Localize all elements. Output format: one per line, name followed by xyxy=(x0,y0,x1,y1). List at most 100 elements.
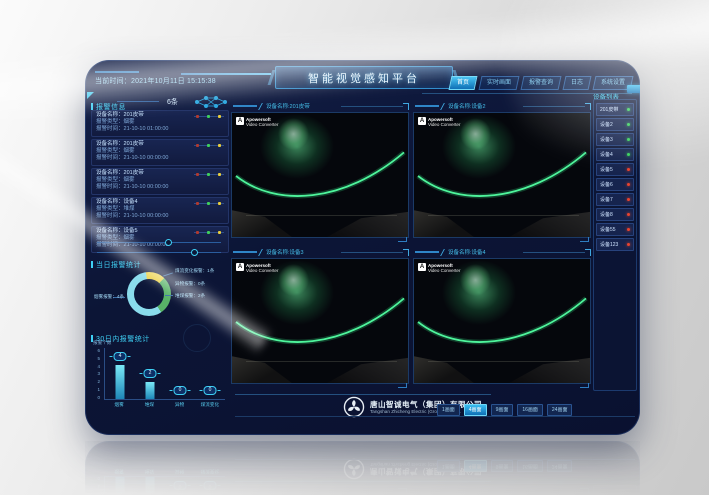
video-panel[interactable]: 设备名称:设备4 xyxy=(413,246,591,388)
pie-label-coalpile: 堆煤报警：2条 xyxy=(175,293,229,299)
video-watermark: A Apowersoft Video Converter xyxy=(418,117,460,127)
device-status-dot xyxy=(627,228,630,231)
device-list-item[interactable]: 设备123 xyxy=(596,238,634,251)
dashboard-panel: 当前时间：2021年10月11日 15:15:38 智能视觉感知平台 首页 实时… xyxy=(85,60,640,435)
header-endcap-icon xyxy=(403,103,409,110)
video-watermark: A Apowersoft Video Converter xyxy=(418,263,460,273)
bar-category-label: 异物 xyxy=(165,402,195,412)
device-list-item[interactable]: 设备6 xyxy=(596,178,634,191)
bar-ytick: 2 xyxy=(91,379,100,384)
video-feed[interactable]: A Apowersoft Video Converter xyxy=(413,258,591,384)
header-deco-line xyxy=(523,252,585,253)
slider-knob xyxy=(165,239,172,246)
pie-label-foreign: 异物报警：0条 xyxy=(175,281,229,287)
screen-mode-button[interactable]: 16画面 xyxy=(517,404,543,416)
video-panel-header: 设备名称:设备4 xyxy=(413,246,591,258)
video-feed[interactable]: A Apowersoft Video Converter xyxy=(231,258,409,384)
panel-corner-bracket-icon xyxy=(398,383,407,388)
alarm-level-dots-icon xyxy=(194,144,224,147)
screen-mode-button[interactable]: 9画面 xyxy=(491,404,514,416)
screen-mode-button[interactable]: 1画面 xyxy=(437,404,460,416)
conveyor-rail xyxy=(428,361,579,362)
video-device-name: 设备名称:设备3 xyxy=(266,248,304,256)
footer-deco-line xyxy=(235,416,635,417)
alarm-list-item[interactable]: 设备名称：201皮带 报警类型：烟雾 报警时间：21-10-10 00:00:0… xyxy=(91,168,229,195)
nav-button[interactable]: 实时画面 xyxy=(478,76,519,90)
video-watermark: A Apowersoft Video Converter xyxy=(236,263,278,273)
video-feed[interactable]: A Apowersoft Video Converter xyxy=(413,112,591,238)
topology-icon xyxy=(193,94,229,110)
bar-category-label: 堆煤 xyxy=(134,402,164,412)
screen-mode-button[interactable]: 24画面 xyxy=(547,404,573,416)
bar-ytick: 3 xyxy=(91,371,100,376)
video-panel[interactable]: 设备名称:201皮带 xyxy=(231,100,409,242)
alarm-list-item[interactable]: 设备名称：设备4 报警类型：堆煤 报警时间：21-10-10 00:00:00 xyxy=(91,197,229,224)
divider xyxy=(117,101,159,102)
alarm-time: 报警时间：21-10-10 00:00:00 xyxy=(96,184,224,191)
bar: 0 xyxy=(195,348,225,399)
alarm-list-item[interactable]: 设备名称：201皮带 报警类型：烟雾 报警时间：21-10-10 00:00:0… xyxy=(91,139,229,166)
pie-label-coalflow: 煤流变化报警：1条 xyxy=(175,268,229,274)
device-list-item[interactable]: 设备7 xyxy=(596,193,634,206)
device-status-dot xyxy=(627,123,630,126)
device-list-item[interactable]: 201皮带 xyxy=(596,103,634,116)
bar: 4 xyxy=(105,348,135,399)
video-feed[interactable]: A Apowersoft Video Converter xyxy=(231,112,409,238)
alarm-level-dots-icon xyxy=(194,231,224,234)
device-list-item[interactable]: 设备3 xyxy=(596,133,634,146)
header-endcap-icon xyxy=(585,103,591,110)
bar-ytick: 1 xyxy=(91,387,100,392)
alarm-list-item[interactable]: 设备名称：设备5 报警类型：烟雾 报警时间：21-10-10 00:00:00 xyxy=(91,226,229,253)
donut-hole xyxy=(134,279,164,309)
device-list-item[interactable]: 设备55 xyxy=(596,223,634,236)
device-list-item[interactable]: 设备8 xyxy=(596,208,634,221)
bar: 0 xyxy=(165,348,195,399)
bar-ytick: 4 xyxy=(91,364,100,369)
nav-button[interactable]: 报警查询 xyxy=(520,76,561,90)
callout-line xyxy=(165,295,173,296)
timeline-slider xyxy=(97,242,221,243)
header-deco-line xyxy=(341,252,403,253)
bar-value-label: 0 xyxy=(174,386,187,395)
device-list-item[interactable]: 设备4 xyxy=(596,148,634,161)
alarm-level-dots-icon xyxy=(194,115,224,118)
apowersoft-icon: A xyxy=(418,263,426,271)
conveyor-rail xyxy=(246,361,397,362)
header-deco-slash xyxy=(258,249,263,256)
device-list-tab[interactable] xyxy=(627,85,640,93)
page-title: 智能视觉感知平台 xyxy=(308,70,420,86)
bar-category-label: 煤流变化 xyxy=(195,402,225,412)
bar-value-label: 0 xyxy=(204,386,217,395)
header-deco-line xyxy=(415,251,439,253)
header-deco-slash xyxy=(258,103,263,110)
apowersoft-icon: A xyxy=(236,117,244,125)
alarm-type: 报警类型：烟雾 xyxy=(96,119,224,126)
bar-y-axis-label: 报警个数 xyxy=(93,340,111,346)
alarm-list: 设备名称：201皮带 报警类型：烟雾 报警时间：21-10-10 01:00:0… xyxy=(91,110,229,255)
header-deco-line xyxy=(341,106,403,107)
device-status-dot xyxy=(627,213,630,216)
conveyor-rail xyxy=(246,215,397,216)
nav-button[interactable]: 日志 xyxy=(562,76,591,90)
device-status-dot xyxy=(627,198,630,201)
current-time: 当前时间：2021年10月11日 15:15:38 xyxy=(95,76,216,86)
device-list-item[interactable]: 设备5 xyxy=(596,163,634,176)
timeline-slider xyxy=(97,252,221,253)
device-status-dot xyxy=(627,138,630,141)
panel-corner-bracket-icon xyxy=(398,237,407,242)
device-status-dot xyxy=(627,243,630,246)
device-list-item[interactable]: 设备2 xyxy=(596,118,634,131)
apowersoft-icon: A xyxy=(236,263,244,271)
bar-ytick: 0 xyxy=(91,395,100,400)
alarm-type: 报警类型：堆煤 xyxy=(96,206,224,213)
video-device-name: 设备名称:设备2 xyxy=(448,102,486,110)
bar-value-label: 4 xyxy=(114,352,127,361)
video-panel[interactable]: 设备名称:设备2 xyxy=(413,100,591,242)
alarm-list-item[interactable]: 设备名称：201皮带 报警类型：烟雾 报警时间：21-10-10 01:00:0… xyxy=(91,110,229,137)
alarm-time: 报警时间：21-10-10 01:00:00 xyxy=(96,126,224,133)
video-panel[interactable]: 设备名称:设备3 xyxy=(231,246,409,388)
alarm-count-badge: 6条 xyxy=(167,97,178,107)
screen-mode-button[interactable]: 4画面 xyxy=(464,404,487,416)
nav-button[interactable]: 首页 xyxy=(448,76,477,90)
panel-corner-bracket-icon xyxy=(580,237,589,242)
